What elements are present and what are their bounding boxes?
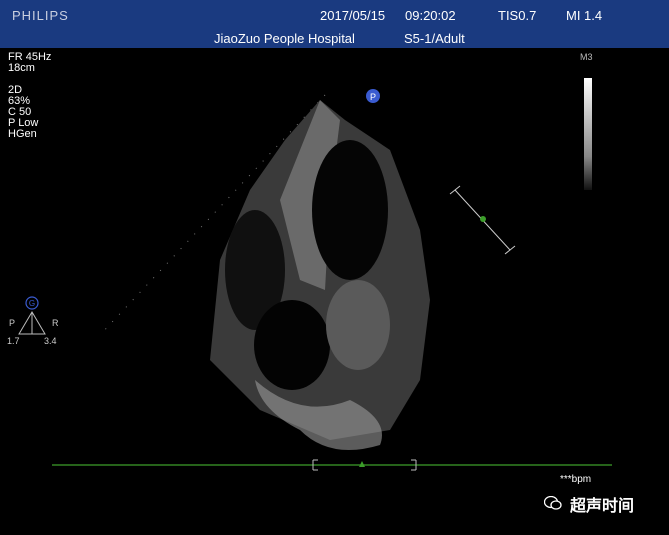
caliper-end-bottom xyxy=(504,245,516,255)
probe-marker-label: P xyxy=(370,92,376,102)
heart-rate: ***bpm xyxy=(560,474,592,485)
orientation-marker-label: G xyxy=(29,299,35,308)
wechat-logo-icon xyxy=(544,496,562,510)
ecg-position-marker-icon[interactable] xyxy=(359,461,365,467)
right-atrium xyxy=(254,300,330,390)
orientation-right-value: 3.4 xyxy=(44,336,57,346)
caliper-end-top xyxy=(449,185,461,195)
watermark-text: 超声时间 xyxy=(570,498,635,515)
orientation-right-label: R xyxy=(52,318,59,328)
orientation-left-value: 1.7 xyxy=(7,336,20,346)
orientation-left-label: P xyxy=(9,318,15,328)
ultrasound-view: P G P R 1.7 3.4 xyxy=(7,89,612,471)
left-ventricle xyxy=(312,140,388,280)
left-atrium-mass xyxy=(326,280,390,370)
caliper-cursor-icon[interactable] xyxy=(480,216,486,222)
